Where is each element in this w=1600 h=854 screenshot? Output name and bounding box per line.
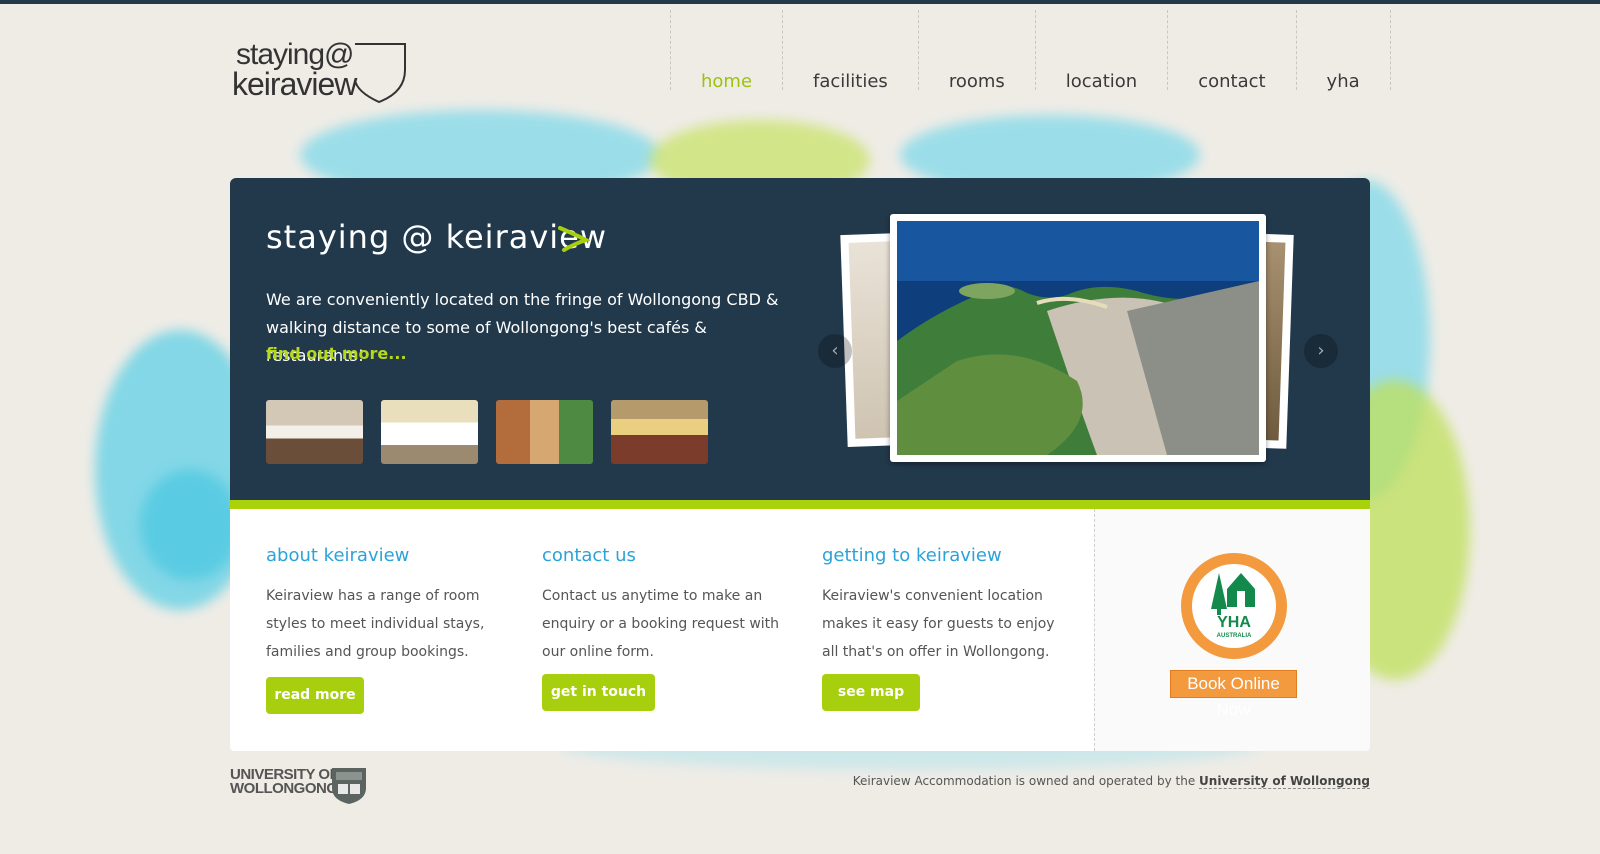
- contact-heading: contact us: [542, 545, 636, 566]
- slider-next-button[interactable]: ›: [1304, 334, 1338, 368]
- nav-item-rooms[interactable]: rooms: [917, 10, 1035, 92]
- thumbnail-strip: [266, 400, 708, 464]
- yha-panel: YHA AUSTRALIA Book Online Now: [1094, 509, 1370, 751]
- read-more-button[interactable]: read more: [266, 677, 364, 714]
- chevron-right-icon: [558, 226, 590, 252]
- contact-text: Contact us anytime to make an enquiry or…: [542, 588, 780, 660]
- nav-item-location[interactable]: location: [1034, 10, 1167, 92]
- uow-link[interactable]: University of Wollongong: [1199, 774, 1370, 789]
- book-online-button[interactable]: Book Online Now: [1170, 670, 1297, 719]
- about-heading: about keiraview: [266, 545, 410, 566]
- yha-logo[interactable]: YHA AUSTRALIA: [1179, 551, 1289, 661]
- content-card: about keiraview Keiraview has a range of…: [230, 509, 1370, 751]
- hero-accent-stripe: [230, 500, 1370, 509]
- see-map-button[interactable]: see map: [822, 674, 920, 711]
- hero-banner: staying @ keiraview We are conveniently …: [230, 178, 1370, 508]
- uow-line2: WOLLONGONG: [230, 780, 338, 797]
- nav-item-contact[interactable]: contact: [1167, 10, 1295, 92]
- crest-icon: [332, 768, 366, 804]
- nav-label: home: [701, 71, 753, 92]
- footer-credit-text: Keiraview Accommodation is owned and ope…: [852, 774, 1196, 788]
- thumbnail-room[interactable]: [611, 400, 708, 464]
- top-accent-bar: [0, 0, 1600, 4]
- site-logo[interactable]: staying@ keiraview: [232, 38, 412, 104]
- nav-label: location: [1065, 71, 1138, 92]
- uow-wordmark: UNIVERSITY OF WOLLONGONG: [230, 767, 339, 797]
- get-in-touch-button[interactable]: get in touch: [542, 674, 655, 711]
- getting-there-heading: getting to keiraview: [822, 545, 1002, 566]
- thumbnail-courtyard[interactable]: [496, 400, 593, 464]
- slider-prev-button[interactable]: ‹: [818, 334, 852, 368]
- nav-item-facilities[interactable]: facilities: [782, 10, 918, 92]
- yha-logo-subtext: AUSTRALIA: [1217, 633, 1252, 639]
- slide-photo-wollongong: [897, 221, 1259, 455]
- nav-item-yha[interactable]: yha: [1295, 10, 1391, 92]
- find-out-more-link[interactable]: find out more...: [266, 344, 407, 363]
- nav-label: facilities: [813, 71, 888, 92]
- about-column: about keiraview Keiraview has a range of…: [266, 545, 496, 666]
- getting-there-column: getting to keiraview Keiraview's conveni…: [822, 545, 1067, 666]
- nav-label: yha: [1326, 71, 1360, 92]
- thumbnail-bedroom[interactable]: [266, 400, 363, 464]
- uow-logo[interactable]: UNIVERSITY OF WOLLONGONG: [230, 766, 370, 806]
- main-navigation: home facilities rooms location contact y…: [670, 10, 1391, 92]
- shield-icon: [354, 43, 406, 104]
- getting-there-text: Keiraview's convenient location makes it…: [822, 588, 1055, 660]
- yha-logo-text: YHA: [1217, 614, 1251, 631]
- nav-label: contact: [1198, 71, 1266, 92]
- slide-current: [890, 214, 1266, 462]
- nav-item-home[interactable]: home: [670, 10, 782, 92]
- thumbnail-atrium[interactable]: [381, 400, 478, 464]
- yha-tree-house-icon: YHA AUSTRALIA: [1181, 553, 1287, 659]
- about-text: Keiraview has a range of room styles to …: [266, 588, 485, 660]
- watercolor-splash: [140, 470, 240, 580]
- nav-label: rooms: [948, 71, 1005, 92]
- footer-credit: Keiraview Accommodation is owned and ope…: [852, 774, 1370, 789]
- contact-column: contact us Contact us anytime to make an…: [542, 545, 782, 666]
